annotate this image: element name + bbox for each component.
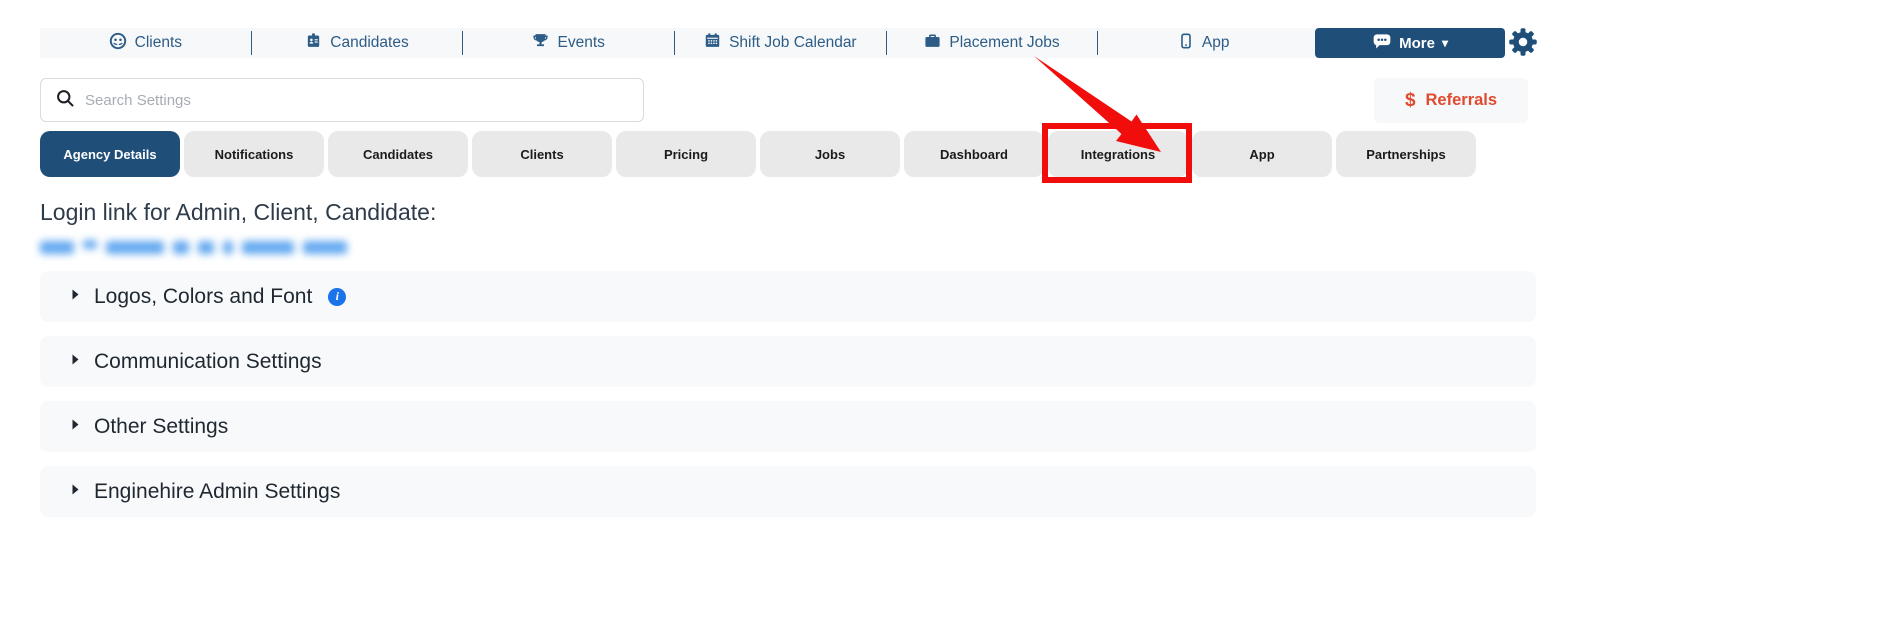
redacted-blob xyxy=(303,240,347,254)
redacted-login-link[interactable] xyxy=(40,238,347,256)
redacted-blob xyxy=(83,239,97,249)
redacted-blob xyxy=(242,240,294,254)
info-icon[interactable]: i xyxy=(328,287,347,306)
top-navigation: Clients Candidates Events Shift Job Cale… xyxy=(40,28,1506,58)
nav-item-events[interactable]: Events xyxy=(463,28,674,58)
section-communication-settings[interactable]: Communication Settings xyxy=(40,336,1536,387)
section-label: Communication Settings xyxy=(94,349,322,373)
redacted-blob xyxy=(198,240,214,254)
section-label: Enginehire Admin Settings xyxy=(94,479,341,503)
dollar-icon: $ xyxy=(1404,89,1416,111)
collapsed-triangle-icon xyxy=(71,353,80,371)
collapsed-triangle-icon xyxy=(71,418,80,436)
tab-notifications[interactable]: Notifications xyxy=(184,131,324,177)
tab-agency-details[interactable]: Agency Details xyxy=(40,131,180,177)
redacted-blob xyxy=(223,240,233,254)
more-button[interactable]: More ▾ xyxy=(1315,28,1506,58)
tab-pricing[interactable]: Pricing xyxy=(616,131,756,177)
section-other-settings[interactable]: Other Settings xyxy=(40,401,1536,452)
nav-item-app[interactable]: App xyxy=(1098,28,1309,58)
section-enginehire-admin-settings[interactable]: Enginehire Admin Settings xyxy=(40,466,1536,517)
tab-integrations[interactable]: Integrations xyxy=(1048,131,1188,177)
section-logos-colors-font[interactable]: Logos, Colors and Font i xyxy=(40,271,1536,322)
nav-item-label: Clients xyxy=(134,34,183,51)
nav-item-candidates[interactable]: Candidates xyxy=(252,28,463,58)
nav-item-placement-jobs[interactable]: Placement Jobs xyxy=(887,28,1098,58)
calendar-icon xyxy=(704,32,721,54)
clients-icon xyxy=(109,32,127,55)
search-icon xyxy=(55,88,75,113)
search-settings-input[interactable] xyxy=(85,91,629,109)
login-link-heading: Login link for Admin, Client, Candidate: xyxy=(40,199,437,225)
collapsed-triangle-icon xyxy=(71,288,80,306)
settings-tab-bar: Agency Details Notifications Candidates … xyxy=(40,131,1476,177)
collapsed-triangle-icon xyxy=(71,483,80,501)
section-label: Logos, Colors and Font xyxy=(94,284,313,308)
tab-jobs[interactable]: Jobs xyxy=(760,131,900,177)
nav-item-label: Candidates xyxy=(330,34,409,51)
settings-gear-icon[interactable] xyxy=(1508,27,1538,57)
tab-app[interactable]: App xyxy=(1192,131,1332,177)
redacted-blob xyxy=(40,240,74,254)
referrals-button-label: Referrals xyxy=(1425,91,1498,109)
nav-item-label: App xyxy=(1201,34,1230,51)
badge-icon xyxy=(305,32,322,54)
more-button-label: More xyxy=(1399,34,1435,52)
chat-icon xyxy=(1372,31,1392,55)
nav-item-shift-job-calendar[interactable]: Shift Job Calendar xyxy=(675,28,886,58)
chevron-down-icon: ▾ xyxy=(1441,36,1448,50)
nav-item-label: Shift Job Calendar xyxy=(729,34,857,51)
tab-dashboard[interactable]: Dashboard xyxy=(904,131,1044,177)
nav-item-label: Events xyxy=(557,34,605,51)
nav-item-label: Placement Jobs xyxy=(949,34,1060,51)
tab-candidates[interactable]: Candidates xyxy=(328,131,468,177)
trophy-icon xyxy=(532,32,549,54)
referrals-button[interactable]: $ Referrals xyxy=(1374,78,1528,123)
settings-page: Clients Candidates Events Shift Job Cale… xyxy=(0,0,1890,631)
redacted-blob xyxy=(106,240,164,254)
section-label: Other Settings xyxy=(94,414,229,438)
settings-sections: Logos, Colors and Font i Communication S… xyxy=(40,271,1536,531)
nav-item-clients[interactable]: Clients xyxy=(40,28,251,58)
phone-icon xyxy=(1178,33,1194,54)
tab-clients[interactable]: Clients xyxy=(472,131,612,177)
tab-partnerships[interactable]: Partnerships xyxy=(1336,131,1476,177)
briefcase-icon xyxy=(924,32,941,54)
search-settings-box xyxy=(40,78,644,122)
redacted-blob xyxy=(173,240,189,254)
